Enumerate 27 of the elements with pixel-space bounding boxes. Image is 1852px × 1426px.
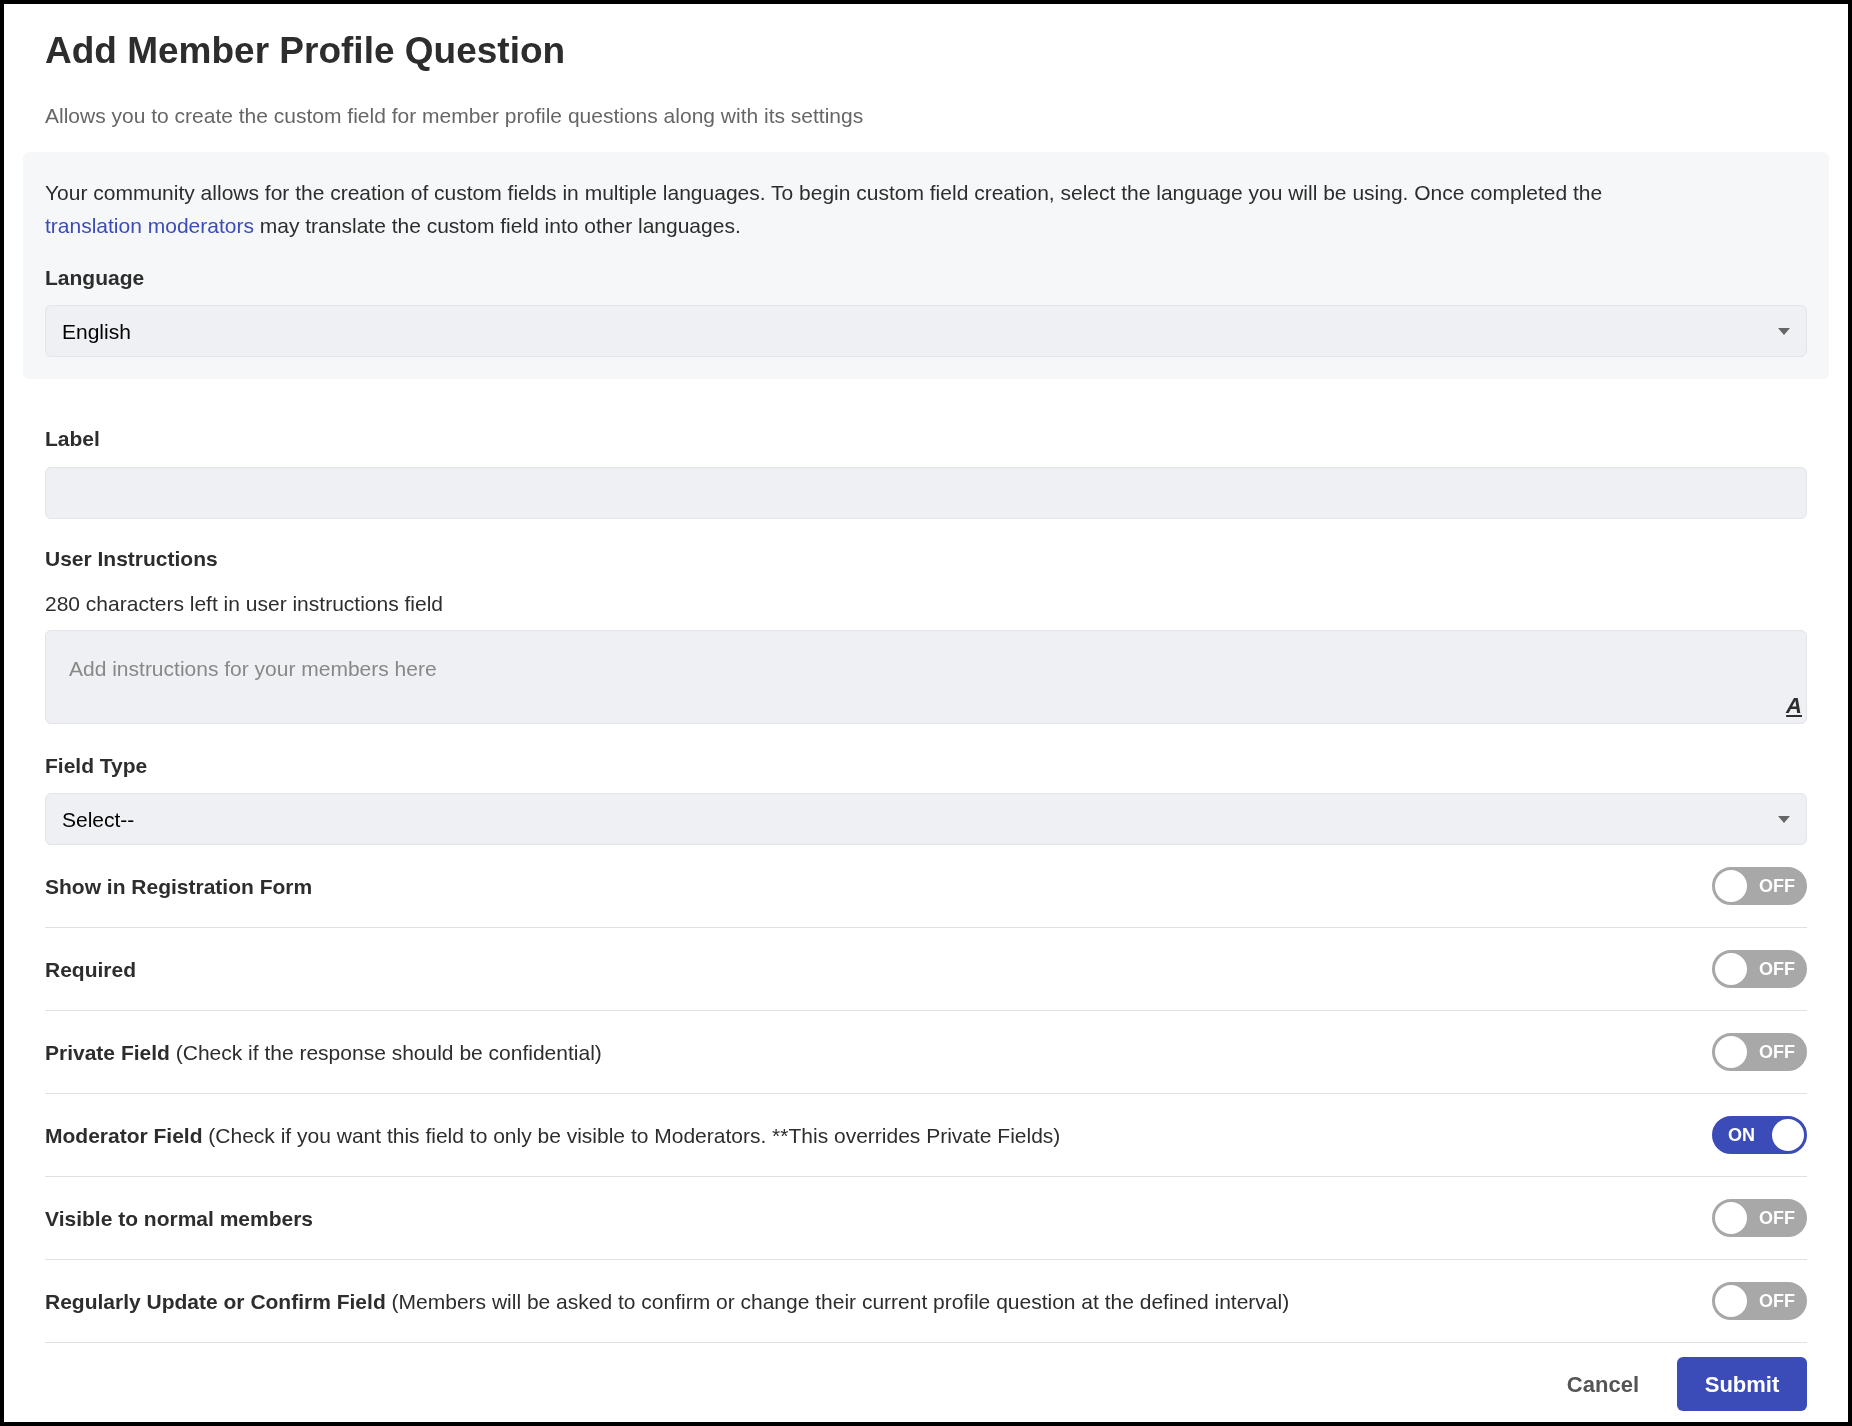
setting-label: Moderator Field (Check if you want this field to only be visible to Moderators. **This overrides Private Fields) (45, 1122, 1061, 1149)
field-label: Label (45, 426, 101, 453)
setting-label: Visible to normal members (45, 1205, 314, 1232)
select-value: Select-- (62, 806, 135, 833)
field-label: User Instructions (45, 545, 219, 572)
info-text: Your community allows for the creation of custom fields in multiple languages. To begin custom field creation, select the language you will be using. Once completed the translation moderators may translate the custom field into other languages. (45, 179, 1604, 239)
setting-label: Required (45, 956, 136, 983)
toggle-switch[interactable]: ON (1712, 1116, 1807, 1155)
dialog-subtitle: Allows you to create the custom field for member profile questions along with its settings (45, 103, 865, 130)
label-input[interactable] (45, 466, 1807, 519)
language-select[interactable]: English (45, 305, 1807, 358)
field-type-select[interactable]: Select-- (45, 793, 1807, 846)
caret-icon (1778, 815, 1790, 823)
caret-icon (1778, 327, 1790, 335)
translation-moderators-link[interactable]: translation moderators (45, 213, 254, 237)
text-format-icon[interactable]: A (1786, 694, 1802, 717)
cancel-button[interactable]: Cancel (1566, 1367, 1639, 1401)
instructions-textarea[interactable]: Add instructions for your members here A (45, 629, 1807, 724)
setting-label: Show in Registration Form (45, 873, 313, 900)
field-label: Language (45, 264, 146, 291)
dialog-title: Add Member Profile Question (45, 29, 567, 73)
field-label: Field Type (45, 752, 149, 779)
select-value: English (62, 318, 131, 345)
character-counter: 280 characters left in user instructions field (45, 591, 445, 618)
setting-label: Regularly Update or Confirm Field (Members will be asked to confirm or change their current profile question at the defined interval) (45, 1288, 1290, 1315)
setting-label: Private Field (Check if the response should be confidential) (45, 1039, 602, 1066)
submit-button[interactable]: Submit (1677, 1357, 1807, 1412)
